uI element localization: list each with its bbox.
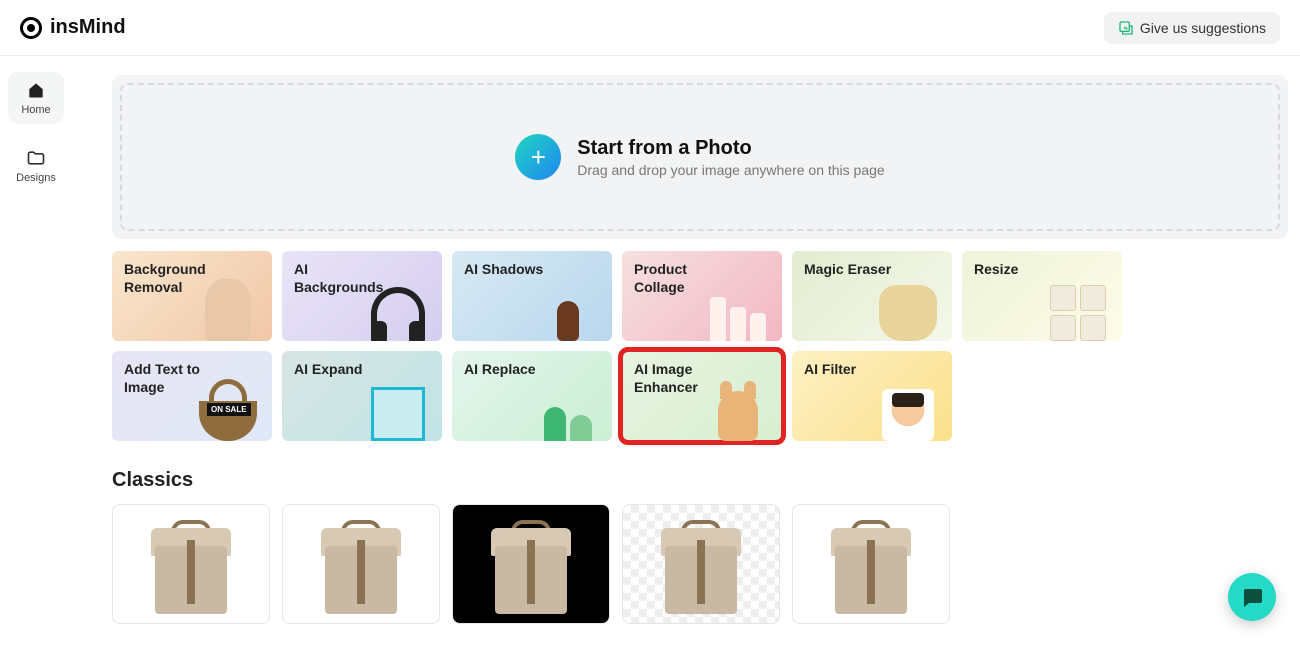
folder-icon [26,148,46,168]
thumbnail-portrait-icon [868,369,948,441]
suggestions-button[interactable]: Give us suggestions [1104,12,1280,44]
sidebar: Home Designs [0,56,72,208]
tool-title: Resize [974,261,1069,279]
chat-button[interactable] [1228,573,1276,621]
tool-ai-backgrounds[interactable]: AI Backgrounds [282,251,442,341]
bag-icon [827,514,915,614]
header: insMind Give us suggestions [0,0,1300,56]
main-content: + Start from a Photo Drag and drop your … [112,75,1288,624]
tool-product-collage[interactable]: Product Collage [622,251,782,341]
tool-ai-expand[interactable]: AI Expand [282,351,442,441]
classic-card[interactable] [282,504,440,624]
tool-ai-shadows[interactable]: AI Shadows [452,251,612,341]
tool-title: AI Backgrounds [294,261,389,296]
tool-background-removal[interactable]: Background Removal [112,251,272,341]
upload-subtitle: Drag and drop your image anywhere on thi… [577,162,884,178]
tool-title: AI Image Enhancer [634,361,729,396]
bag-icon [317,514,405,614]
tool-title: Background Removal [124,261,219,296]
tool-title: AI Shadows [464,261,559,279]
tool-title: AI Expand [294,361,389,379]
thumbnail-expand-icon [358,369,438,441]
sidebar-item-designs[interactable]: Designs [8,140,64,192]
tool-magic-eraser[interactable]: Magic Eraser [792,251,952,341]
classic-card[interactable] [622,504,780,624]
thumbnail-plants-icon [528,369,608,441]
sale-badge: ON SALE [207,403,251,416]
home-icon [26,80,46,100]
chat-icon [1240,585,1264,609]
bag-icon [487,514,575,614]
bag-icon [147,514,235,614]
thumbnail-chair-icon [528,269,608,341]
upload-title: Start from a Photo [577,137,884,160]
logo-icon [20,17,42,39]
suggestions-label: Give us suggestions [1140,20,1266,36]
logo[interactable]: insMind [20,16,126,39]
plus-icon: + [515,134,561,180]
tool-title: Add Text to Image [124,361,219,396]
bag-icon [657,514,745,614]
logo-text: insMind [50,16,126,39]
tool-title: Magic Eraser [804,261,899,279]
feedback-icon [1118,20,1134,36]
upload-inner: + Start from a Photo Drag and drop your … [120,83,1280,231]
classic-card[interactable] [792,504,950,624]
sidebar-item-label: Designs [16,172,56,184]
thumbnail-grid-icon [1038,269,1118,341]
classic-card[interactable] [112,504,270,624]
thumbnail-dog-icon [868,269,948,341]
tool-title: Product Collage [634,261,729,296]
tool-title: AI Filter [804,361,899,379]
classics-row [112,504,1288,624]
classic-card[interactable] [452,504,610,624]
tool-add-text-to-image[interactable]: Add Text to Image ON SALE [112,351,272,441]
tool-ai-image-enhancer[interactable]: AI Image Enhancer [622,351,782,441]
tool-ai-filter[interactable]: AI Filter [792,351,952,441]
upload-text: Start from a Photo Drag and drop your im… [577,137,884,178]
tool-ai-replace[interactable]: AI Replace [452,351,612,441]
tool-resize[interactable]: Resize [962,251,1122,341]
upload-zone[interactable]: + Start from a Photo Drag and drop your … [112,75,1288,239]
sidebar-item-home[interactable]: Home [8,72,64,124]
tools-grid: Background Removal AI Backgrounds AI Sha… [112,251,1288,441]
sidebar-item-label: Home [21,104,50,116]
tool-title: AI Replace [464,361,559,379]
classics-title: Classics [112,469,1288,492]
